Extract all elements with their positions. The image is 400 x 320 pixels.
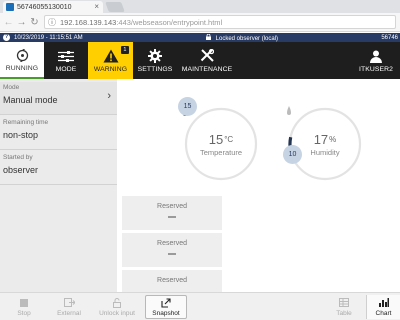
device-number: 56746: [381, 34, 398, 41]
reserved-card: Reserved: [122, 196, 222, 230]
browser-tab-title: 56746055130010: [17, 3, 72, 11]
tools-icon: [200, 48, 214, 63]
browser-tab-bar: 56746055130010 ×: [0, 0, 400, 13]
nav-maintenance-label: MAINTENANCE: [181, 66, 233, 73]
new-tab-button[interactable]: [105, 2, 125, 12]
nav-mode[interactable]: MODE: [44, 42, 88, 79]
nav-maintenance[interactable]: MAINTENANCE: [177, 42, 237, 79]
lock-status: Locked observer (local): [206, 33, 279, 42]
table-icon: [339, 298, 349, 308]
nav-warning[interactable]: 1 WARNING: [88, 42, 133, 79]
url-path: :443/webseason/entrypoint.html: [116, 17, 223, 27]
close-tab-icon[interactable]: ×: [94, 2, 99, 11]
unlock-input-button[interactable]: Unlock input: [94, 295, 140, 319]
started-by-label: Started by: [3, 154, 33, 161]
favicon-icon: [6, 3, 14, 11]
remaining-time-label: Remaining time: [3, 119, 49, 126]
snapshot-button[interactable]: Snapshot: [145, 295, 187, 319]
reserved-label: Reserved: [157, 277, 187, 284]
help-icon[interactable]: ?: [3, 34, 10, 41]
nav-user[interactable]: ITKUSER2: [356, 42, 396, 79]
bottom-toolbar: Stop External Unlock input Snapshot Tabl…: [0, 292, 400, 320]
chart-label: Chart: [375, 309, 392, 317]
external-label: External: [57, 309, 81, 317]
temperature-label: Temperature: [199, 147, 243, 157]
snapshot-icon: [161, 297, 171, 308]
browser-tab[interactable]: 56746055130010 ×: [3, 1, 103, 13]
reserved-card: Reserved: [122, 270, 222, 292]
chart-view-button[interactable]: Chart: [366, 295, 400, 319]
url-field[interactable]: ⓘ 192.168.139.143:443/webseason/entrypoi…: [44, 15, 396, 29]
reserved-label: Reserved: [157, 203, 187, 210]
temperature-value: 15 °C: [209, 132, 233, 147]
temperature-number: 15: [208, 131, 224, 147]
external-button[interactable]: External: [48, 295, 90, 319]
temperature-setpoint-badge: 15: [178, 97, 197, 116]
placeholder-dash: [168, 253, 176, 255]
main-nav: RUNNING MODE 1 WARNING SETTINGS MAINTENA…: [0, 42, 400, 79]
humidity-gauge: 17% Humidity: [287, 106, 363, 182]
nav-warning-label: WARNING: [93, 66, 128, 73]
warning-icon: [103, 48, 119, 63]
mode-selector[interactable]: Mode Manual mode ›: [0, 82, 117, 115]
placeholder-dash: [168, 216, 176, 218]
user-icon: [370, 48, 382, 63]
mode-label: Mode: [3, 84, 20, 91]
nav-settings[interactable]: SETTINGS: [133, 42, 177, 79]
back-arrow-icon[interactable]: ←: [2, 17, 15, 28]
started-by: Started by observer: [0, 151, 117, 185]
sliders-icon: [58, 48, 74, 63]
running-icon: [16, 47, 29, 62]
nav-settings-label: SETTINGS: [137, 66, 173, 73]
reserved-card: Reserved: [122, 233, 222, 267]
table-view-button[interactable]: Table: [325, 295, 363, 319]
lock-status-text: Locked observer (local): [215, 35, 279, 42]
stop-icon: [20, 298, 28, 308]
started-by-value: observer: [3, 165, 39, 175]
info-icon: ⓘ: [48, 17, 56, 27]
temperature-unit: °C: [224, 134, 234, 144]
forward-arrow-icon[interactable]: →: [15, 17, 28, 28]
reserved-label: Reserved: [157, 240, 187, 247]
gear-icon: [148, 48, 162, 63]
remaining-time-value: non-stop: [3, 130, 39, 140]
table-label: Table: [336, 309, 352, 317]
date-time: 10/23/2019 - 11:15:51 AM: [14, 34, 83, 41]
snapshot-label: Snapshot: [152, 309, 180, 317]
sidebar: Mode Manual mode › Remaining time non-st…: [0, 79, 117, 292]
address-bar: ← → ↻ ⓘ 192.168.139.143:443/webseason/en…: [0, 13, 400, 32]
unlock-input-label: Unlock input: [99, 309, 135, 317]
external-icon: [63, 298, 75, 308]
humidity-value: 17%: [314, 132, 337, 147]
humidity-setpoint-badge: 10: [283, 145, 302, 164]
mode-value: Manual mode: [3, 95, 58, 105]
stop-button[interactable]: Stop: [3, 295, 45, 319]
stop-label: Stop: [17, 309, 31, 317]
warning-count-badge: 1: [121, 46, 129, 54]
temperature-gauge: 15 °C Temperature: [183, 106, 259, 182]
chevron-right-icon: ›: [107, 90, 111, 102]
nav-running-label: RUNNING: [5, 65, 39, 72]
remaining-time: Remaining time non-stop: [0, 116, 117, 150]
url-host: 192.168.139.143: [60, 17, 117, 27]
unlock-icon: [113, 297, 121, 308]
nav-mode-label: MODE: [55, 66, 77, 73]
nav-running[interactable]: RUNNING: [0, 42, 44, 79]
padlock-icon: [206, 33, 213, 42]
nav-user-label: ITKUSER2: [358, 66, 394, 73]
humidity-unit: %: [329, 134, 337, 144]
reload-icon[interactable]: ↻: [28, 17, 41, 28]
chart-icon: [378, 298, 389, 308]
status-bar: ? 10/23/2019 - 11:15:51 AM Locked observ…: [0, 33, 400, 42]
humidity-number: 17: [313, 131, 329, 147]
humidity-label: Humidity: [310, 147, 340, 157]
